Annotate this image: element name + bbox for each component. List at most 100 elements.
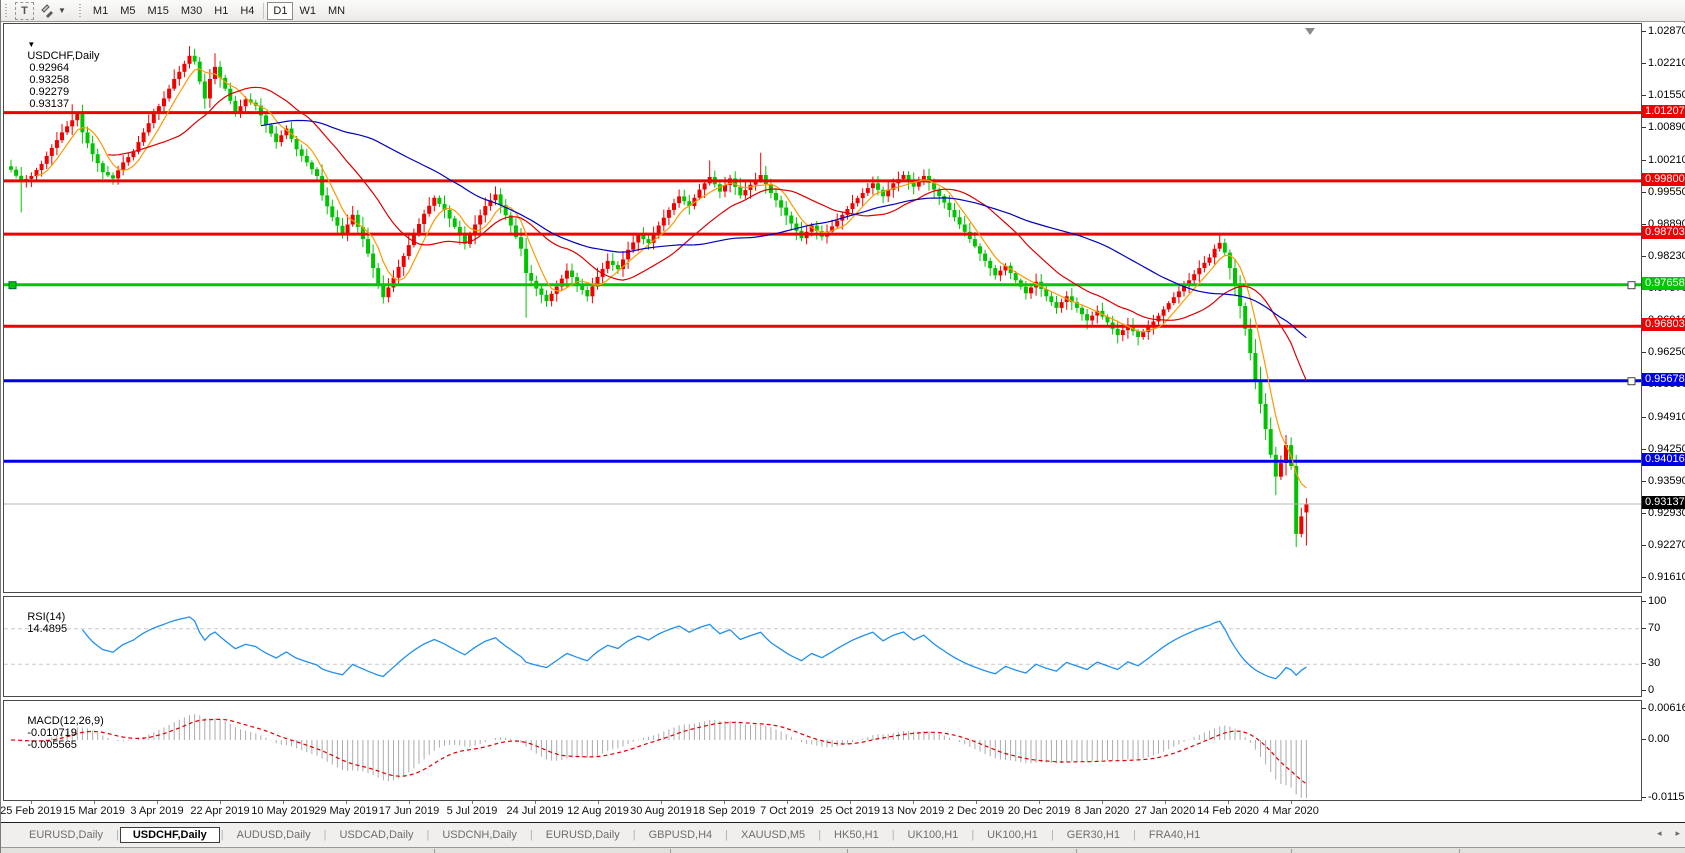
axis-tick-mark <box>1642 690 1646 691</box>
date-tick-mark <box>472 801 473 804</box>
text-tool-button[interactable]: T <box>15 1 34 20</box>
date-label: 29 May 2019 <box>314 805 378 817</box>
strip-tick <box>1459 849 1460 853</box>
hline-price-label: 0.98703 <box>1642 226 1685 240</box>
hline-price-label: 0.99800 <box>1642 172 1685 186</box>
date-label: 17 Jun 2019 <box>378 805 440 817</box>
axis-tick-mark <box>1642 577 1646 578</box>
toolbar-separator <box>263 2 265 19</box>
date-tick-mark <box>661 801 662 804</box>
timeframe-button-mn[interactable]: MN <box>322 2 351 20</box>
date-label: 30 Aug 2019 <box>630 805 692 817</box>
macd-plot[interactable] <box>4 701 1641 800</box>
price-tick-label: 0.94910 <box>1648 410 1685 423</box>
timeframe-button-d1[interactable]: D1 <box>267 1 294 20</box>
date-tick-mark <box>598 801 599 804</box>
date-tick-mark <box>724 801 725 804</box>
timeframe-button-h1[interactable]: H1 <box>208 2 234 20</box>
chart-tab-uk100-h1[interactable]: UK100,H1 <box>896 827 971 843</box>
current-price-label: 0.93137 <box>1642 495 1685 509</box>
axis-tick-mark <box>1642 448 1646 450</box>
chart-tab-usdcad-daily[interactable]: USDCAD,Daily <box>327 827 425 843</box>
axis-tick-mark <box>1642 416 1646 418</box>
date-tick-mark <box>346 801 347 804</box>
ohlc-high: 0.93258 <box>29 74 70 86</box>
date-label: 7 Oct 2019 <box>760 805 814 817</box>
price-chart-pane[interactable]: ▼ USDCHF,Daily 0.92964 0.93258 0.92279 0… <box>3 23 1642 593</box>
hline-price-label: 1.01207 <box>1642 104 1685 118</box>
diagonal-arrows-icon <box>41 3 53 18</box>
price-tick-label: 1.01550 <box>1648 89 1685 101</box>
chart-tab-ger30-h1[interactable]: GER30,H1 <box>1055 827 1132 843</box>
line-handle[interactable] <box>1627 377 1636 386</box>
date-label: 3 Apr 2019 <box>130 805 184 817</box>
candlestick-plot[interactable] <box>4 24 1641 592</box>
hline-price-label: 0.96803 <box>1642 318 1685 332</box>
chart-tab-usdcnh-daily[interactable]: USDCNH,Daily <box>430 827 529 843</box>
chart-tab-eurusd-daily[interactable]: EURUSD,Daily <box>17 827 115 843</box>
chart-symbol: USDCHF,Daily <box>27 50 100 62</box>
timeframe-button-w1[interactable]: W1 <box>293 2 322 20</box>
price-tick-label: 1.02870 <box>1648 25 1685 37</box>
date-label: 25 Feb 2019 <box>1 805 62 817</box>
axis-tick-mark <box>1642 31 1646 32</box>
axis-tick-mark <box>1642 708 1646 709</box>
chart-tab-fra40-h1[interactable]: FRA40,H1 <box>1137 827 1212 843</box>
ohlc-low: 0.92279 <box>29 86 70 98</box>
date-label: 24 Jul 2019 <box>506 805 564 817</box>
axis-tick-mark <box>1642 352 1646 353</box>
price-tick-label: 1.02210 <box>1648 57 1685 69</box>
date-tick-mark <box>31 801 32 804</box>
chart-tab-hk50-h1[interactable]: HK50,H1 <box>822 827 891 843</box>
terminal-window: T ▼ M1 M5 M15 M30 H1 H4 D1 W1 MN ▼ USDCHF,Daily … <box>0 0 1685 853</box>
timeframe-button-m15[interactable]: M15 <box>141 2 174 20</box>
chart-shift-marker-icon[interactable] <box>1305 28 1315 35</box>
axis-tick-mark <box>1642 191 1646 193</box>
macd-tick-label: 0.006166 <box>1648 702 1685 714</box>
symbol-tab-bar: EURUSD,Daily | USDCHF,Daily | AUDUSD,Daily | U… <box>1 823 1685 847</box>
rsi-plot[interactable] <box>4 597 1641 696</box>
collapse-icon[interactable]: ▼ <box>27 40 35 49</box>
chart-tab-audusd-daily[interactable]: AUDUSD,Daily <box>225 827 323 843</box>
chevron-down-icon: ▼ <box>58 6 66 15</box>
date-tick-mark <box>409 801 410 804</box>
macd-main-value: -0.010719 <box>27 727 77 739</box>
hline-price-label: 0.97658 <box>1642 276 1685 290</box>
timeframe-button-h4[interactable]: H4 <box>234 2 260 20</box>
date-label: 20 Dec 2019 <box>1007 805 1071 817</box>
strip-tick <box>670 849 671 853</box>
macd-signal-value: -0.005565 <box>27 739 77 751</box>
timeframe-button-m30[interactable]: M30 <box>175 2 208 20</box>
toolbar-grip[interactable] <box>4 3 9 18</box>
date-tick-mark <box>1228 801 1229 804</box>
rsi-label: RSI(14) 14.4895 <box>9 599 67 647</box>
tab-scroll-left-icon[interactable]: ◂ <box>1657 828 1662 839</box>
line-handle[interactable] <box>1627 281 1636 290</box>
date-tick-mark <box>220 801 221 804</box>
chart-tab-gbpusd-h4[interactable]: GBPUSD,H4 <box>637 827 725 843</box>
macd-name: MACD(12,26,9) <box>27 715 104 727</box>
price-tick-label: 0.96250 <box>1648 346 1685 358</box>
date-tick-mark <box>535 801 536 804</box>
chart-tab-usdchf-daily[interactable]: USDCHF,Daily <box>119 827 220 843</box>
rsi-indicator-pane[interactable]: RSI(14) 14.4895 <box>3 596 1642 697</box>
price-tick-label: 1.00890 <box>1648 121 1685 133</box>
line-handle[interactable] <box>8 281 17 290</box>
date-label: 4 Mar 2020 <box>1263 805 1319 817</box>
timeframe-button-m1[interactable]: M1 <box>87 2 114 20</box>
drawing-tools-button[interactable]: ▼ <box>34 2 72 20</box>
toolbar-grip[interactable] <box>77 3 83 18</box>
macd-signal-line <box>10 718 1307 785</box>
tab-scroll-right-icon[interactable]: ▸ <box>1675 828 1680 839</box>
chart-tab-xauusd-m5[interactable]: XAUUSD,M5 <box>729 827 817 843</box>
rsi-line <box>81 616 1307 680</box>
date-label: 22 Apr 2019 <box>190 805 250 817</box>
macd-indicator-pane[interactable]: MACD(12,26,9) -0.010719 -0.005565 <box>3 700 1642 801</box>
timeframe-button-m5[interactable]: M5 <box>114 2 141 20</box>
date-tick-mark <box>1039 801 1040 804</box>
timeframe-group: M1 M5 M15 M30 H1 H4 D1 W1 MN <box>87 1 351 20</box>
date-label: 14 Feb 2020 <box>1197 805 1259 817</box>
chart-tab-eurusd-daily[interactable]: EURUSD,Daily <box>534 827 632 843</box>
chart-tab-uk100-h1[interactable]: UK100,H1 <box>975 827 1050 843</box>
price-tick-label: 0.99550 <box>1648 185 1685 198</box>
